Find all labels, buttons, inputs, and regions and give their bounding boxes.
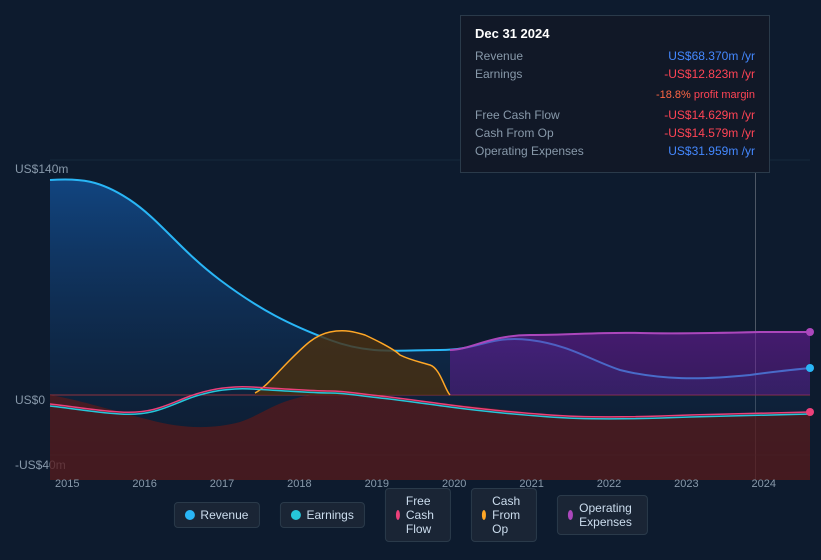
x-label-2015: 2015 xyxy=(55,478,79,490)
legend-label-opex: Operating Expenses xyxy=(579,501,636,529)
tooltip-earnings-value: -US$12.823m /yr xyxy=(664,67,755,81)
tooltip-opex-row: Operating Expenses US$31.959m /yr xyxy=(475,144,755,158)
tooltip-profit-margin: -18.8% profit margin xyxy=(656,89,755,101)
tooltip-fcf-label: Free Cash Flow xyxy=(475,108,595,122)
legend-dot-opex xyxy=(568,510,573,520)
legend-label-fcf: Free Cash Flow xyxy=(406,494,440,536)
tooltip-fcf-value: -US$14.629m /yr xyxy=(664,108,755,122)
tooltip-revenue-label: Revenue xyxy=(475,49,595,63)
tooltip-box: Dec 31 2024 Revenue US$68.370m /yr Earni… xyxy=(460,15,770,173)
tooltip-opex-value: US$31.959m /yr xyxy=(668,144,755,158)
legend-label-earnings: Earnings xyxy=(306,508,353,522)
legend-dot-revenue xyxy=(184,510,194,520)
legend-label-cfo: Cash From Op xyxy=(492,494,526,536)
legend-item-earnings[interactable]: Earnings xyxy=(279,502,364,528)
x-label-2016: 2016 xyxy=(132,478,156,490)
legend-dot-earnings xyxy=(290,510,300,520)
tooltip-cfo-label: Cash From Op xyxy=(475,126,595,140)
legend-item-revenue[interactable]: Revenue xyxy=(173,502,259,528)
chart-container: Dec 31 2024 Revenue US$68.370m /yr Earni… xyxy=(0,0,821,560)
legend-label-revenue: Revenue xyxy=(200,508,248,522)
tooltip-date: Dec 31 2024 xyxy=(475,26,755,41)
legend-item-opex[interactable]: Operating Expenses xyxy=(557,495,648,535)
legend-dot-cfo xyxy=(482,510,486,520)
chart-legend: Revenue Earnings Free Cash Flow Cash Fro… xyxy=(173,488,647,542)
tooltip-earnings-row: Earnings -US$12.823m /yr xyxy=(475,67,755,81)
tooltip-revenue-row: Revenue US$68.370m /yr xyxy=(475,49,755,63)
tooltip-opex-label: Operating Expenses xyxy=(475,144,595,158)
legend-item-cfo[interactable]: Cash From Op xyxy=(471,488,537,542)
tooltip-earnings-label: Earnings xyxy=(475,67,595,81)
legend-dot-fcf xyxy=(396,510,400,520)
x-label-2023: 2023 xyxy=(674,478,698,490)
x-label-2024: 2024 xyxy=(752,478,776,490)
tooltip-cfo-row: Cash From Op -US$14.579m /yr xyxy=(475,126,755,140)
chart-svg xyxy=(0,150,821,480)
legend-item-fcf[interactable]: Free Cash Flow xyxy=(385,488,451,542)
tooltip-cfo-value: -US$14.579m /yr xyxy=(664,126,755,140)
tooltip-fcf-row: Free Cash Flow -US$14.629m /yr xyxy=(475,108,755,122)
tooltip-revenue-value: US$68.370m /yr xyxy=(668,49,755,63)
